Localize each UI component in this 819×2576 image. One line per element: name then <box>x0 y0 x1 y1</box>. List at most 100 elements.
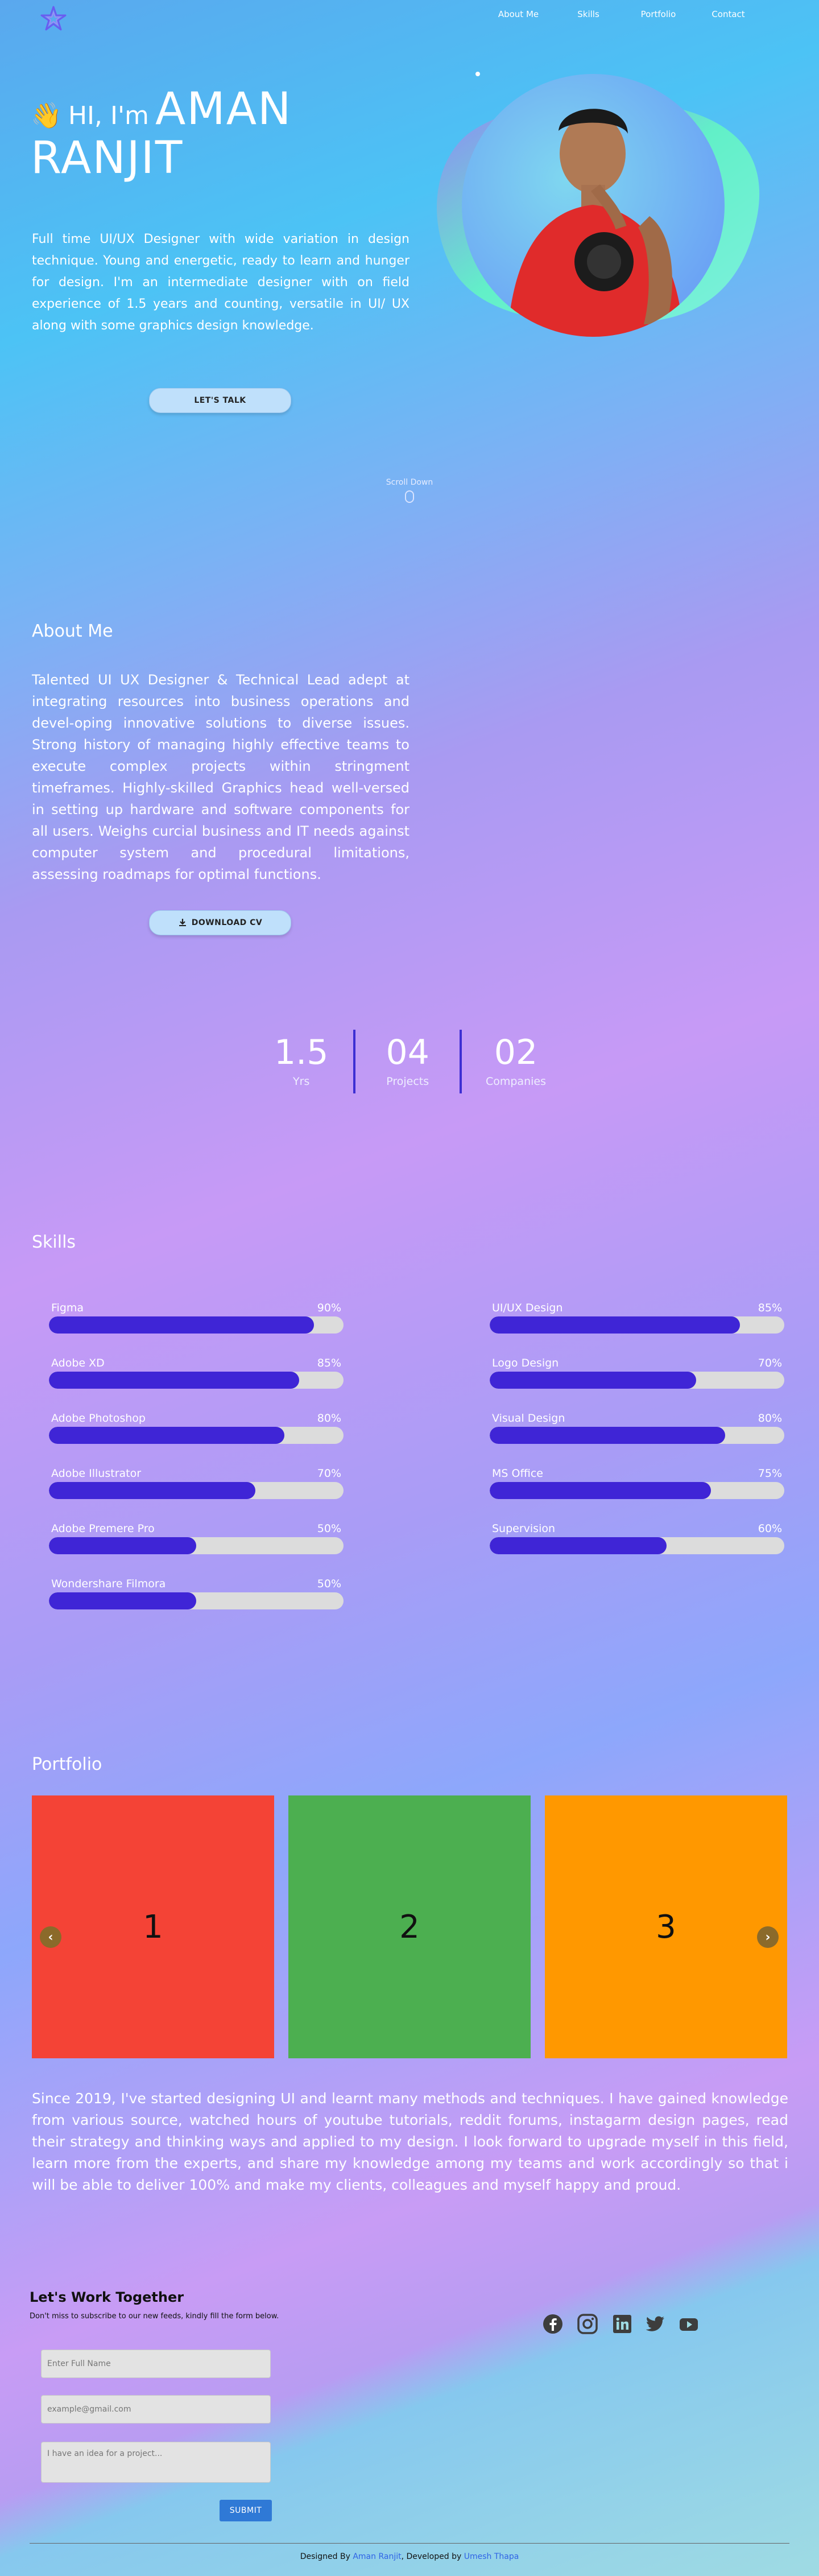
submit-button[interactable]: SUBMIT <box>220 2500 272 2521</box>
skill-percent: 50% <box>317 1578 341 1590</box>
skill-percent: 60% <box>758 1522 782 1535</box>
skill-progress-bar <box>490 1316 784 1334</box>
twitter-icon[interactable] <box>644 2313 666 2335</box>
hero-last-name: RANJIT <box>31 132 184 184</box>
designer-link[interactable]: Aman Ranjit <box>353 2552 401 2561</box>
skill-header: Visual Design 80% <box>490 1412 784 1425</box>
youtube-icon[interactable] <box>678 2313 700 2335</box>
skill-item: Supervision 60% <box>490 1522 784 1554</box>
skill-progress-bar <box>49 1592 344 1609</box>
carousel-prev-icon[interactable]: ‹ <box>40 1926 61 1948</box>
message-textarea[interactable]: I have an idea for a project... <box>41 2442 271 2483</box>
nav-portfolio[interactable]: Portfolio <box>623 9 693 19</box>
skill-header: UI/UX Design 85% <box>490 1302 784 1314</box>
skill-item: Visual Design 80% <box>490 1412 784 1444</box>
skill-progress-bar <box>49 1482 344 1499</box>
skill-progress-fill <box>49 1592 196 1609</box>
star-logo[interactable] <box>40 5 67 32</box>
skill-percent: 50% <box>317 1522 341 1535</box>
profile-photo <box>462 74 725 337</box>
nav-contact[interactable]: Contact <box>693 9 763 19</box>
skill-item: Adobe Illustrator 70% <box>49 1467 344 1499</box>
skill-item: Figma 90% <box>49 1302 344 1334</box>
nav-skills[interactable]: Skills <box>553 9 623 19</box>
skill-progress-fill <box>490 1537 667 1554</box>
skill-progress-bar <box>49 1427 344 1444</box>
stat-label: Yrs <box>293 1075 310 1088</box>
skill-percent: 80% <box>317 1412 341 1425</box>
about-description: Talented UI UX Designer & Technical Lead… <box>32 672 410 882</box>
skill-progress-fill <box>490 1427 726 1444</box>
skill-item: Wondershare Filmora 50% <box>49 1578 344 1609</box>
instagram-icon[interactable] <box>577 2313 598 2335</box>
stat-value: 1.5 <box>274 1033 329 1072</box>
skill-percent: 70% <box>317 1467 341 1480</box>
stat-projects: 04 Projects <box>379 1030 436 1092</box>
skill-progress-fill <box>49 1372 300 1389</box>
mouse-scroll-icon[interactable] <box>405 490 414 503</box>
nav-about-me[interactable]: About Me <box>483 9 553 19</box>
skill-name: Adobe XD <box>51 1357 105 1369</box>
email-input[interactable]: example@gmail.com <box>41 2395 271 2424</box>
contact-title: Let's Work Together <box>30 2289 184 2305</box>
about-title: About Me <box>32 621 113 641</box>
portfolio-slide[interactable]: 2 <box>288 1795 531 2058</box>
sparkle-dot <box>475 72 480 76</box>
stat-label: Companies <box>485 1075 546 1088</box>
portfolio-slide[interactable]: 3 <box>545 1795 787 2058</box>
skill-header: Logo Design 70% <box>490 1357 784 1369</box>
skill-header: Adobe XD 85% <box>49 1357 344 1369</box>
footer-designed-prefix: Designed By <box>300 2552 350 2561</box>
skill-progress-bar <box>490 1537 784 1554</box>
skill-item: Adobe Photoshop 80% <box>49 1412 344 1444</box>
skill-item: Adobe XD 85% <box>49 1357 344 1389</box>
carousel-next-icon[interactable]: › <box>757 1926 779 1948</box>
skill-percent: 85% <box>317 1357 341 1369</box>
stats-row: 1.5 Yrs 04 Projects 02 Companies <box>273 1030 546 1093</box>
skill-name: MS Office <box>492 1467 543 1480</box>
portfolio-title: Portfolio <box>32 1755 102 1774</box>
skill-progress-bar <box>49 1537 344 1554</box>
skill-progress-bar <box>49 1372 344 1389</box>
skill-name: Adobe Photoshop <box>51 1412 146 1425</box>
footer-divider <box>30 2543 789 2544</box>
skill-progress-bar <box>490 1482 784 1499</box>
portfolio-description: Since 2019, I've started designing UI an… <box>32 2090 788 2193</box>
skill-progress-fill <box>49 1316 315 1334</box>
skill-progress-bar <box>49 1316 344 1334</box>
contact-subtitle: Don't miss to subscribe to our new feeds… <box>30 2312 279 2321</box>
linkedin-icon[interactable] <box>611 2313 633 2335</box>
hero-first-name: AMAN <box>155 84 292 135</box>
facebook-icon[interactable] <box>542 2313 564 2335</box>
skill-progress-fill <box>490 1482 711 1499</box>
skill-progress-fill <box>490 1372 696 1389</box>
skill-percent: 75% <box>758 1467 782 1480</box>
skill-name: UI/UX Design <box>492 1302 563 1314</box>
skill-percent: 70% <box>758 1357 782 1369</box>
stat-years: 1.5 Yrs <box>273 1030 329 1092</box>
stat-companies: 02 Companies <box>486 1030 546 1092</box>
download-cv-label: DOWNLOAD CV <box>191 918 263 927</box>
skill-progress-fill <box>49 1537 196 1554</box>
skill-progress-fill <box>490 1316 741 1334</box>
full-name-input[interactable]: Enter Full Name <box>41 2350 271 2378</box>
skill-item: Logo Design 70% <box>490 1357 784 1389</box>
developer-link[interactable]: Umesh Thapa <box>464 2552 519 2561</box>
skill-name: Wondershare Filmora <box>51 1578 166 1590</box>
skills-title: Skills <box>32 1232 76 1252</box>
skill-header: Adobe Photoshop 80% <box>49 1412 344 1425</box>
hero-title: 👋 HI, I'm AMAN RANJIT <box>31 85 372 183</box>
skill-name: Figma <box>51 1302 84 1314</box>
skill-item: Adobe Premere Pro 50% <box>49 1522 344 1554</box>
skill-header: Supervision 60% <box>490 1522 784 1535</box>
scroll-down-label[interactable]: Scroll Down <box>375 478 444 487</box>
download-cv-button[interactable]: DOWNLOAD CV <box>149 910 291 935</box>
skill-name: Supervision <box>492 1522 556 1535</box>
skill-progress-fill <box>49 1482 255 1499</box>
skill-name: Adobe Premere Pro <box>51 1522 155 1535</box>
skill-name: Logo Design <box>492 1357 559 1369</box>
lets-talk-button[interactable]: LET'S TALK <box>149 388 291 413</box>
portfolio-slide[interactable]: 1 <box>32 1795 274 2058</box>
skill-name: Visual Design <box>492 1412 565 1425</box>
skill-progress-bar <box>490 1372 784 1389</box>
